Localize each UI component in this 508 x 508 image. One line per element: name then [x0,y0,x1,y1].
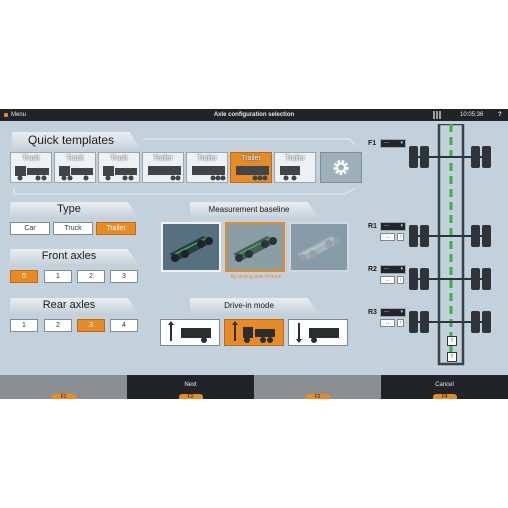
axle-f1-dropdown[interactable]: --- ▾ [380,139,406,148]
template-truck-3[interactable]: Truck [98,152,140,183]
truck-icon [59,166,93,181]
drive-truck-icon [232,321,275,343]
front-axles-1-button[interactable]: 1 [44,270,72,283]
template-trailer-2[interactable]: Trailer [186,152,228,183]
measurement-baseline-header: Measurement baseline [190,202,318,217]
truck-icon [15,166,49,181]
f3-button[interactable]: F3 [254,375,381,399]
dropdown-arrow-icon: ▾ [400,223,403,229]
axle-configuration-screen: Menu Axle configuration selection 10:05:… [0,109,508,399]
dropdown-arrow-icon: ▾ [400,140,403,146]
rear-axles-2-button[interactable]: 2 [44,319,72,332]
rear-axles-4-button[interactable]: 4 [110,319,138,332]
chassis-image [169,236,213,262]
template-settings-button[interactable] [320,152,362,183]
truck-icon [103,166,137,181]
baseline-option-3[interactable] [289,222,349,272]
chassis-image [233,236,277,262]
rear-axles-header: Rear axles [10,298,138,313]
axle-r2-dropdown[interactable]: --- ▾ [380,265,406,274]
next-button[interactable]: Next F2 [127,375,254,399]
template-trailer-3[interactable]: Trailer [230,152,272,183]
drive-in-mode-option-1[interactable] [160,319,220,346]
template-truck-2[interactable]: Truck [54,152,96,183]
type-car-button[interactable]: Car [10,222,50,235]
front-axles-2-button[interactable]: 2 [77,270,105,283]
front-axles-3-button[interactable]: 3 [110,270,138,283]
type-trailer-button[interactable]: Trailer [96,222,136,235]
axle-r1-lift-icon[interactable]: ↔ [380,233,395,241]
trailer-icon [148,166,181,181]
baseline-option-1[interactable] [161,222,221,272]
drive-forward-trailer-icon [168,321,211,343]
template-truck-1[interactable]: Truck [10,152,52,183]
dropdown-arrow-icon: ▾ [400,266,403,272]
axle-r3-up-icon[interactable]: ↑ [397,319,404,327]
f1-button[interactable]: F1 [0,375,127,399]
type-header: Type [10,202,138,217]
template-trailer-4[interactable]: Trailer [274,152,316,183]
axle-r2-up-icon[interactable]: ↑ [397,276,404,284]
rear-axles-3-button[interactable]: 3 [77,319,105,332]
trailer-icon [192,166,226,181]
axle-r3-dropdown[interactable]: --- ▾ [380,308,406,317]
axle-label-r1: R1 [368,223,377,230]
axle-r1-dropdown[interactable]: --- ▾ [380,222,406,231]
front-axles-header: Front axles [10,249,138,264]
axle-label-r2: R2 [368,266,377,273]
axle-arrow-icon: ↑ [447,352,457,362]
f4-key-badge: F4 [432,394,457,399]
type-truck-button[interactable]: Truck [53,222,93,235]
f1-key-badge: F1 [51,394,76,399]
gear-icon [333,160,349,175]
trailer-icon [280,166,300,181]
trailer-icon [236,166,269,181]
baseline-option-2[interactable] [225,222,285,272]
drive-in-mode-option-2[interactable] [224,319,284,346]
cancel-button[interactable]: Cancel F4 [381,375,508,399]
axle-r2-lift-icon[interactable]: ↔ [380,276,395,284]
template-trailer-1[interactable]: Trailer [142,152,184,183]
f3-key-badge: F3 [305,394,330,399]
dropdown-arrow-icon: ▾ [400,309,403,315]
axle-r1-up-icon[interactable]: ↑ [397,233,404,241]
drive-in-mode-header: Drive-in mode [190,298,318,313]
axle-arrow-icon: ↑ [447,336,457,346]
front-axles-0-button[interactable]: 0 [10,270,38,283]
axle-label-r3: R3 [368,309,377,316]
function-key-bar: F1 Next F2 F3 Cancel F4 [0,375,508,399]
rear-axles-1-button[interactable]: 1 [10,319,38,332]
axle-r3-lift-icon[interactable]: ↔ [380,319,395,327]
chassis-image [297,236,341,262]
baseline-caption: By driving axle of truck [230,274,282,280]
drive-reverse-trailer-icon [296,323,339,343]
f2-key-badge: F2 [178,394,203,399]
axle-label-f1: F1 [368,140,377,147]
drive-in-mode-option-3[interactable] [288,319,348,346]
